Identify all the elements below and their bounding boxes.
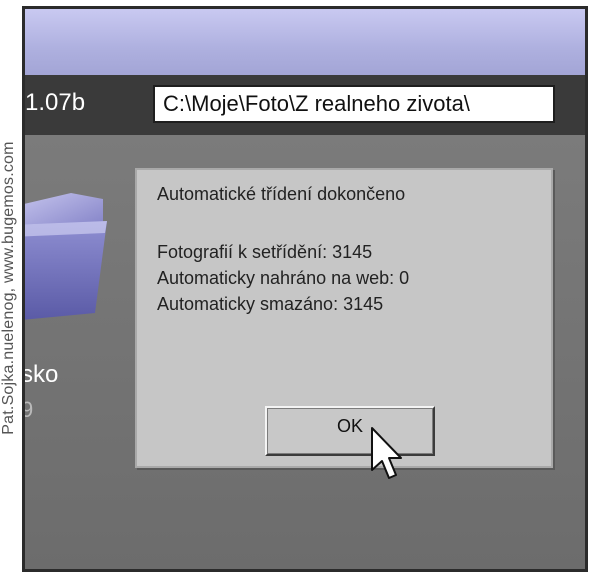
- credit-text: Pat.Sojka.nuelenog, www.bugemos.com: [0, 141, 17, 435]
- folder-sublabel: 9: [22, 397, 34, 422]
- dialog-line-uploaded: Automaticky nahráno na web: 0: [157, 268, 410, 288]
- workspace: sko 9 Automatické třídení dokončeno Foto…: [22, 135, 585, 569]
- dialog-line-photos-sorted: Fotografií k setřídění: 3145: [157, 242, 373, 262]
- version-label: 1.07b: [25, 89, 86, 116]
- folder-label: sko: [22, 361, 59, 388]
- path-field[interactable]: C:\Moje\Foto\Z realneho zivota\: [153, 85, 555, 123]
- sort-complete-dialog: Automatické třídení dokončeno Fotografií…: [135, 168, 553, 468]
- ok-button[interactable]: OK: [265, 406, 435, 456]
- title-bar: [25, 9, 585, 75]
- app-window: 1.07b C:\Moje\Foto\Z realneho zivota\ sk…: [22, 6, 588, 572]
- path-bar: 1.07b C:\Moje\Foto\Z realneho zivota\: [25, 75, 585, 135]
- credit-watermark: Pat.Sojka.nuelenog, www.bugemos.com: [0, 0, 18, 577]
- mouse-cursor-icon: [371, 427, 402, 479]
- dialog-line-deleted: Automaticky smazáno: 3145: [157, 294, 384, 314]
- folder-icon[interactable]: [22, 185, 111, 335]
- dialog-title: Automatické třídení dokončeno: [157, 184, 406, 204]
